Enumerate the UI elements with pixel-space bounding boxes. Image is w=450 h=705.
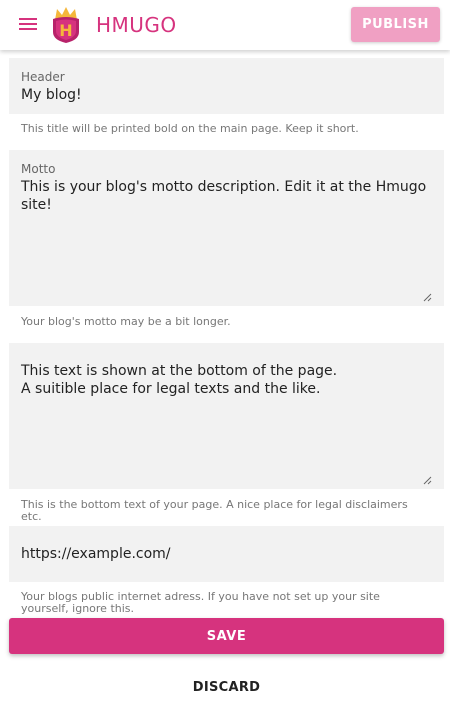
- motto-field[interactable]: Motto This is your blog's motto descript…: [9, 150, 444, 306]
- header-field-value[interactable]: My blog!: [21, 86, 82, 104]
- motto-helper-text: Your blog's motto may be a bit longer.: [21, 315, 231, 328]
- header-field-label: Header: [21, 70, 65, 84]
- footer-field-value[interactable]: This text is shown at the bottom of the …: [21, 362, 431, 398]
- resize-handle-icon[interactable]: [422, 292, 432, 302]
- hmugo-logo: H: [53, 7, 79, 43]
- app-title: HMUGO: [96, 13, 177, 37]
- resize-handle-icon[interactable]: [422, 475, 432, 485]
- header-field[interactable]: Header My blog!: [9, 58, 444, 114]
- logo-letter: H: [59, 21, 72, 40]
- hamburger-menu-icon[interactable]: [18, 15, 40, 35]
- save-button[interactable]: SAVE: [9, 618, 444, 654]
- url-helper-text: Your blogs public internet adress. If yo…: [21, 590, 380, 615]
- discard-button[interactable]: DISCARD: [9, 670, 444, 704]
- url-field-value[interactable]: https://example.com/: [21, 545, 171, 563]
- header-helper-text: This title will be printed bold on the m…: [21, 122, 359, 135]
- footer-field[interactable]: This text is shown at the bottom of the …: [9, 343, 444, 489]
- footer-helper-text: This is the bottom text of your page. A …: [21, 498, 408, 523]
- publish-button[interactable]: PUBLISH: [351, 7, 440, 42]
- url-field[interactable]: https://example.com/: [9, 526, 444, 582]
- motto-field-label: Motto: [21, 162, 56, 176]
- motto-field-value[interactable]: This is your blog's motto description. E…: [21, 178, 431, 214]
- app-bar: H HMUGO PUBLISH: [0, 0, 450, 50]
